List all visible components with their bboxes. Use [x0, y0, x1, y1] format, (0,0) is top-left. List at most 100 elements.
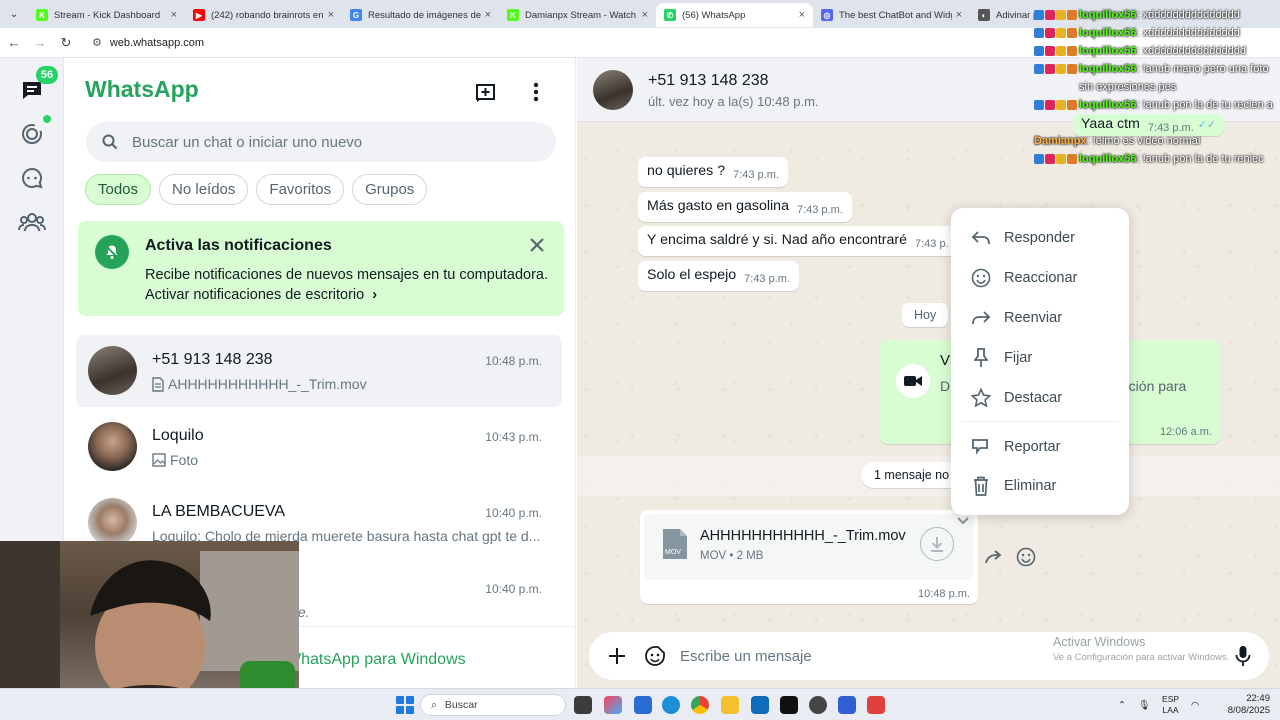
close-tab-icon[interactable]: ×: [799, 9, 805, 21]
message-text: Solo el espejo: [647, 267, 737, 283]
tiktok-icon[interactable]: [780, 696, 798, 714]
chat-item-contact[interactable]: +51 913 148 238 10:48 p.m. AHHHHHHHHHHH_…: [76, 335, 562, 407]
message-bubble[interactable]: Solo el espejo 7:43 p.m.: [638, 261, 799, 291]
channels-nav-button[interactable]: [14, 160, 50, 196]
app-icon[interactable]: [838, 696, 856, 714]
attach-button[interactable]: [605, 644, 629, 668]
taskbar-search[interactable]: ⌕ Buscar: [420, 694, 566, 716]
sticker-button[interactable]: [643, 644, 667, 668]
message-bubble[interactable]: no quieres ? 7:43 p.m.: [638, 157, 788, 187]
menu-item-report[interactable]: Reportar: [951, 429, 1129, 465]
file-message[interactable]: MOV AHHHHHHHHHHH_-_Trim.mov MOV • 2 MB 1…: [640, 510, 978, 604]
stream-chat-message: loquillox56: !anub mano pero una foto si…: [1034, 60, 1280, 96]
chevron-down-icon[interactable]: [956, 516, 970, 526]
close-tab-icon[interactable]: ×: [956, 9, 962, 21]
menu-item-delete[interactable]: Eliminar: [951, 468, 1129, 504]
chat-preview: Foto: [152, 452, 198, 468]
browser-tab[interactable]: G Resultado de imágenes de Goo ×: [342, 3, 499, 27]
video-camera-icon: [896, 364, 930, 398]
taskbar-clock[interactable]: 22:49 8/08/2025: [1200, 693, 1270, 717]
site-settings-icon[interactable]: ⚙: [92, 36, 102, 49]
tab-favicon-icon: ✆: [664, 9, 676, 21]
enable-notifications-link[interactable]: Activar notificaciones de escritorio ›: [145, 287, 377, 303]
obs-icon[interactable]: [809, 696, 827, 714]
chrome-icon[interactable]: [691, 696, 709, 714]
outgoing-message-bubble[interactable]: Yaaa ctm 7:43 p.m. ✓✓: [1073, 114, 1225, 136]
tab-search-icon[interactable]: ⌄: [0, 0, 28, 28]
avatar: [88, 346, 137, 395]
status-dot: [43, 115, 51, 123]
language-code: ESP: [1162, 694, 1180, 704]
message-time: 7:43 p.: [914, 238, 949, 250]
forward-icon: [985, 550, 1002, 564]
stream-chat-username: loquillox56: [1079, 63, 1137, 75]
browser-tab[interactable]: ◎ The best ChatBot and Widgets ×: [813, 3, 970, 27]
menu-item-forward[interactable]: Reenviar: [951, 300, 1129, 336]
windows-taskbar: ⌕ Buscar ⌃ 🎙 ESP LAA ◠ 22:49 8/08/2025: [0, 688, 1280, 720]
chat-filters: Todos No leídos Favoritos Grupos: [85, 174, 428, 205]
filter-chip[interactable]: Todos: [85, 174, 152, 205]
close-tab-icon[interactable]: ×: [642, 9, 648, 21]
tray-chevron-icon[interactable]: ⌃: [1118, 700, 1126, 711]
back-icon[interactable]: ←: [2, 35, 26, 50]
app-title: WhatsApp: [85, 76, 199, 102]
wifi-icon[interactable]: ◠: [1191, 700, 1199, 711]
stream-chat-message: loquillox56: xdddddddddddddddd: [1034, 42, 1280, 60]
forward-message-button[interactable]: [983, 546, 1005, 568]
close-tab-icon[interactable]: ×: [171, 9, 177, 21]
message-bubble[interactable]: Y encima saldré y si. Nad año encontraré…: [638, 226, 958, 256]
message-input[interactable]: [680, 642, 1100, 670]
browser-tab[interactable]: ▶ (242) robando brainrots en rob ×: [185, 3, 342, 27]
browser-tab[interactable]: ✆ (56) WhatsApp ×: [656, 3, 813, 27]
task-view-icon[interactable]: [574, 696, 592, 714]
file-attachment[interactable]: MOV AHHHHHHHHHHH_-_Trim.mov MOV • 2 MB: [644, 514, 974, 580]
message-time: 7:43 p.m.: [796, 204, 843, 216]
chat-search-input[interactable]: [132, 133, 512, 151]
browser-tab[interactable]: K Damianpx Stream - Watch Live ×: [499, 3, 656, 27]
copilot-icon[interactable]: [604, 696, 622, 714]
chat-preview-text: Foto: [170, 452, 199, 468]
browser-tab[interactable]: K Stream - Kick Dashboard ×: [28, 3, 185, 27]
chats-icon: [23, 82, 41, 99]
download-button[interactable]: [920, 527, 954, 561]
reload-icon[interactable]: ↻: [54, 35, 78, 51]
photo-icon: [152, 453, 166, 467]
menu-item-react[interactable]: Reaccionar: [951, 260, 1129, 296]
contact-avatar[interactable]: [593, 70, 633, 110]
document-icon: [152, 376, 164, 392]
language-indicator[interactable]: ESP LAA: [1162, 694, 1179, 716]
communities-nav-button[interactable]: [14, 204, 50, 240]
store-icon[interactable]: [634, 696, 652, 714]
outlook-icon[interactable]: [751, 696, 769, 714]
filter-chip[interactable]: Favoritos: [256, 174, 345, 205]
menu-item-star[interactable]: Destacar: [951, 380, 1129, 416]
kebab-menu-icon: [533, 82, 539, 102]
menu-item-reply[interactable]: Responder: [951, 220, 1129, 256]
message-bubble[interactable]: Más gasto en gasolina 7:43 p.m.: [638, 192, 852, 222]
day-separator: Hoy: [902, 303, 949, 327]
forward-icon[interactable]: →: [28, 35, 52, 50]
menu-button[interactable]: [524, 80, 548, 104]
start-button[interactable]: [396, 696, 414, 714]
system-tray: ⌃ 🎙 ESP LAA ◠: [1118, 689, 1199, 720]
chat-search-bar: [86, 122, 556, 162]
close-tab-icon[interactable]: ×: [485, 9, 491, 21]
url-field[interactable]: ⚙ web.whatsapp.com: [92, 36, 204, 50]
message-time: 7:43 p.m.: [733, 169, 779, 181]
close-tab-icon[interactable]: ×: [328, 9, 334, 21]
tab-favicon-icon: ◎: [821, 9, 833, 21]
menu-item-pin[interactable]: Fijar: [951, 340, 1129, 376]
voice-message-button[interactable]: [1231, 644, 1255, 668]
edge-icon[interactable]: [662, 696, 680, 714]
filter-chip[interactable]: No leídos: [159, 174, 249, 205]
microphone-tray-icon[interactable]: 🎙: [1138, 700, 1150, 711]
chat-item-loquilo[interactable]: Loquilo 10:43 p.m. Foto: [76, 411, 562, 483]
tab-title: (56) WhatsApp: [682, 9, 746, 21]
chat-badges-icon: [1034, 28, 1077, 38]
react-message-button[interactable]: [1015, 546, 1037, 568]
new-chat-button[interactable]: [474, 80, 498, 104]
file-explorer-icon[interactable]: [721, 696, 739, 714]
snipping-tool-icon[interactable]: [867, 696, 885, 714]
close-notification-button[interactable]: [527, 235, 547, 255]
filter-chip[interactable]: Grupos: [352, 174, 428, 205]
